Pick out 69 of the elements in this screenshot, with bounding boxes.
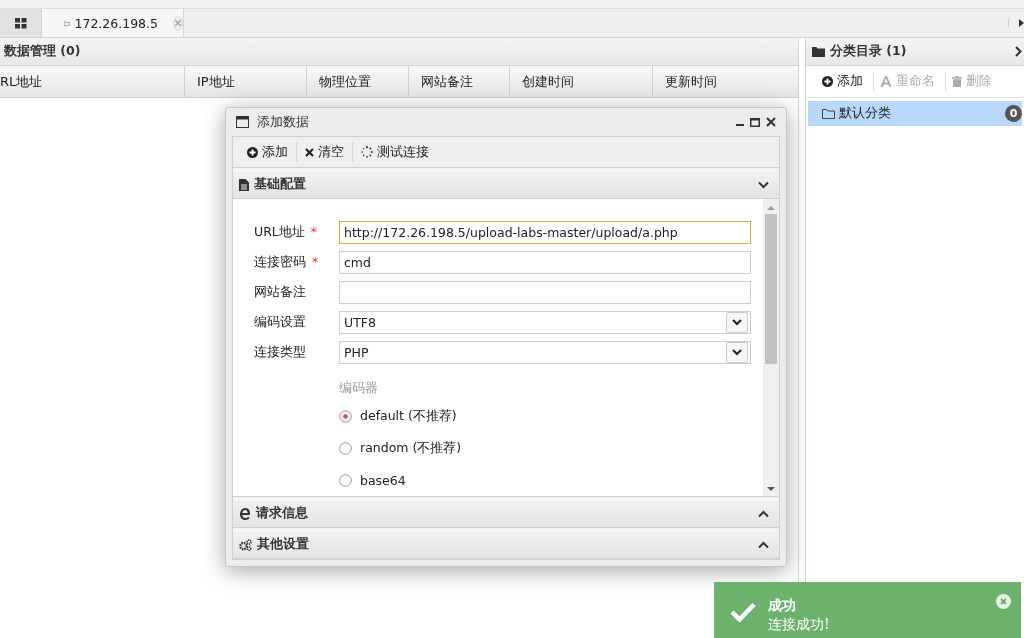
option-label: default (不推荐) bbox=[360, 408, 457, 425]
scroll-right-icon[interactable] bbox=[1008, 19, 1024, 27]
chevron-right-icon[interactable] bbox=[1015, 46, 1022, 57]
column-header[interactable]: 创建时间 bbox=[510, 66, 653, 97]
toast-title: 成功 bbox=[768, 596, 797, 615]
group-label: 编码器 bbox=[339, 379, 379, 397]
radio-button[interactable] bbox=[339, 410, 352, 423]
toolbar-button[interactable]: 测试连接 bbox=[353, 143, 437, 161]
category-item[interactable]: 默认分类 0 bbox=[808, 101, 1022, 126]
input-field[interactable] bbox=[339, 280, 751, 304]
dropdown-icon bbox=[726, 312, 748, 334]
browser-icon bbox=[239, 507, 251, 520]
scroll-down-icon[interactable] bbox=[767, 487, 775, 492]
grid-icon bbox=[14, 17, 27, 29]
gears-icon bbox=[239, 538, 252, 551]
section-header[interactable]: 基础配置 bbox=[233, 170, 779, 199]
input-field[interactable]: http://172.26.198.5/upload-labs-master/upload/a.php bbox=[339, 220, 751, 244]
tab[interactable] bbox=[0, 9, 42, 37]
field-label: 编码设置 bbox=[254, 314, 306, 332]
window-icon bbox=[236, 116, 249, 128]
radio-button[interactable] bbox=[339, 442, 352, 456]
tab-label: 172.26.198.5 bbox=[74, 15, 158, 31]
close-icon[interactable] bbox=[766, 117, 776, 127]
scrollbar[interactable] bbox=[763, 199, 779, 496]
radio-button[interactable] bbox=[339, 474, 352, 488]
panel-title: 数据管理 (0) bbox=[4, 43, 81, 60]
chevron-up-icon bbox=[758, 540, 769, 549]
add-icon bbox=[822, 76, 833, 87]
dropdown-icon bbox=[726, 342, 748, 364]
field-label: 网站备注 bbox=[254, 283, 306, 301]
panel-title: 分类目录 (1) bbox=[830, 43, 907, 60]
select-field[interactable]: UTF8 bbox=[339, 311, 751, 335]
column-header[interactable]: IP地址 bbox=[185, 66, 307, 97]
dialog-title: 添加数据 bbox=[257, 113, 309, 131]
column-header[interactable]: 物理位置 bbox=[307, 66, 409, 97]
column-header[interactable]: 网站备注 bbox=[409, 66, 510, 97]
column-header[interactable]: RL地址 bbox=[0, 66, 185, 97]
check-icon bbox=[730, 602, 756, 622]
toast-message: 连接成功! bbox=[768, 615, 830, 634]
category-label: 默认分类 bbox=[839, 105, 891, 122]
document-icon bbox=[239, 178, 249, 191]
toolbar-button[interactable]: 清空 bbox=[297, 143, 352, 161]
close-icon bbox=[305, 147, 314, 157]
chevron-up-icon bbox=[758, 509, 769, 518]
trash-icon bbox=[952, 76, 962, 87]
option-label: random (不推荐) bbox=[360, 440, 462, 458]
letter-a-icon bbox=[880, 76, 892, 87]
required-mark: * bbox=[312, 253, 319, 271]
chevron-down-icon bbox=[758, 180, 769, 189]
spinner-icon bbox=[361, 146, 373, 158]
field-label: URL地址 bbox=[254, 223, 305, 241]
section-header[interactable]: 请求信息 bbox=[233, 499, 779, 528]
folder-icon bbox=[812, 46, 825, 57]
toolbar-button[interactable]: 添加 bbox=[816, 71, 874, 92]
section-header[interactable]: 其他设置 bbox=[233, 530, 779, 559]
field-label: 连接类型 bbox=[254, 344, 306, 362]
folder-icon bbox=[822, 108, 835, 119]
tab[interactable]: 172.26.198.5 bbox=[42, 9, 184, 37]
scroll-up-icon[interactable] bbox=[767, 205, 775, 210]
option-label: base64 bbox=[360, 473, 406, 489]
column-header[interactable]: 更新时间 bbox=[653, 66, 798, 97]
count-badge: 0 bbox=[1005, 105, 1022, 122]
select-field[interactable]: PHP bbox=[339, 341, 751, 365]
field-label: 连接密码 bbox=[254, 253, 306, 271]
add-icon bbox=[247, 146, 258, 158]
toolbar-button[interactable]: 添加 bbox=[239, 143, 296, 161]
input-field[interactable]: cmd bbox=[339, 250, 751, 274]
required-mark: * bbox=[310, 223, 318, 241]
maximize-icon[interactable] bbox=[750, 117, 760, 127]
